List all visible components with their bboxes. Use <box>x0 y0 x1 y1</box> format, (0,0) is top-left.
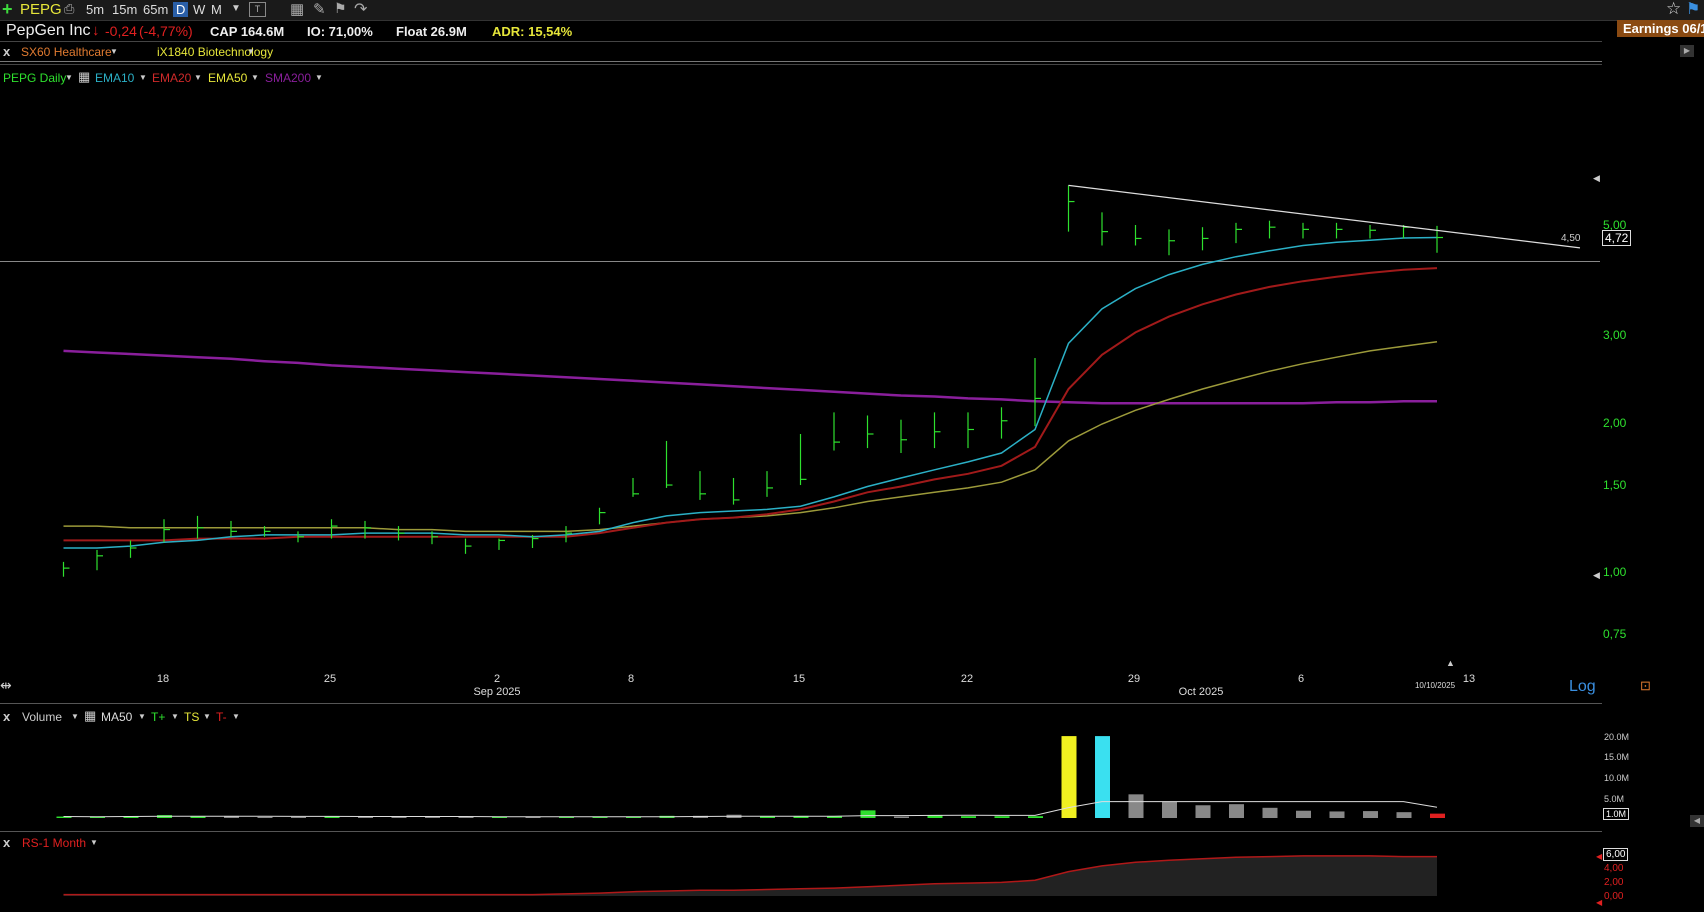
volume-bar <box>1028 816 1043 818</box>
rs-label[interactable]: RS-1 Month <box>22 836 86 850</box>
date-tick-2: 2 <box>493 673 501 685</box>
volume-last-value: 1.0M <box>1603 808 1630 820</box>
price-tick-2: 2,00 <box>1603 416 1627 430</box>
t-minus-label[interactable]: T- <box>216 710 227 724</box>
date-tick-29: 29 <box>1127 673 1141 685</box>
crosshair-icon[interactable]: ⇹ <box>0 677 12 694</box>
volume-bar <box>1195 805 1211 818</box>
chevron-down-icon[interactable]: ▼ <box>138 712 146 721</box>
t-plus-label[interactable]: T+ <box>151 710 165 724</box>
price-tick-1: 1,00 <box>1603 565 1627 579</box>
price-tick-0-75: 0,75 <box>1603 627 1627 641</box>
volume-bar <box>358 816 373 818</box>
chevron-down-icon[interactable]: ▼ <box>71 712 79 721</box>
volume-bar <box>458 816 474 818</box>
rs-tick-2: 2,00 <box>1604 877 1624 888</box>
price-chart[interactable] <box>0 0 1704 912</box>
rs-divider <box>0 831 1602 832</box>
volume-divider <box>0 703 1602 704</box>
volume-scroll-icon[interactable]: ◀ <box>1690 815 1704 827</box>
volume-bar <box>1396 812 1412 818</box>
trendline-value: 4,50 <box>1561 233 1581 244</box>
month-sep: Sep 2025 <box>473 686 521 698</box>
cursor-date: 10/10/2025 <box>1414 681 1456 690</box>
table-icon[interactable]: ▦ <box>84 708 96 724</box>
volume-bar <box>257 816 273 818</box>
volume-bar <box>1162 801 1177 818</box>
volume-close-button[interactable]: x <box>3 709 10 724</box>
price-tick-3: 3,00 <box>1603 328 1627 342</box>
volume-bar <box>1430 813 1445 818</box>
volume-bar <box>860 810 876 818</box>
volume-tick-15m: 15.0M <box>1604 752 1630 762</box>
volume-tick-5m: 5.0M <box>1604 794 1625 804</box>
ema10-line <box>63 236 1438 549</box>
date-tick-18: 18 <box>156 673 170 685</box>
rs-marker-icon: ◀ <box>1596 852 1603 861</box>
volume-bar <box>1262 807 1278 818</box>
chevron-down-icon[interactable]: ▼ <box>232 712 240 721</box>
rs-tick-0: 0,00 <box>1604 891 1624 902</box>
volume-bar <box>391 816 407 818</box>
volume-bar <box>894 816 909 818</box>
chevron-down-icon[interactable]: ▼ <box>90 838 98 847</box>
volume-bar <box>1128 794 1144 818</box>
date-tick-6: 6 <box>1297 673 1305 685</box>
volume-bar <box>1363 811 1378 818</box>
rs-last-value: 6,00 <box>1603 848 1629 861</box>
scroll-up-marker-icon[interactable]: ◀ <box>1593 173 1600 184</box>
volume-bar <box>291 816 306 818</box>
lock-icon[interactable]: ⊡ <box>1640 678 1651 694</box>
volume-bar <box>1095 736 1110 818</box>
date-tick-15: 15 <box>792 673 806 685</box>
volume-bar <box>1296 810 1311 818</box>
volume-tick-20m: 20.0M <box>1604 732 1630 742</box>
scroll-down-marker-icon[interactable]: ◀ <box>1593 570 1600 581</box>
ts-label[interactable]: TS <box>184 710 199 724</box>
volume-bar <box>961 816 976 818</box>
rs-marker-icon: ◀ <box>1596 898 1603 907</box>
volume-bar <box>1329 811 1345 818</box>
month-oct: Oct 2025 <box>1178 686 1224 698</box>
price-tick-1-5: 1,50 <box>1603 478 1627 492</box>
volume-bar <box>1229 804 1244 818</box>
sma200-line <box>63 349 1437 405</box>
chevron-down-icon[interactable]: ▼ <box>203 712 211 721</box>
volume-bar <box>994 816 1010 818</box>
chevron-down-icon[interactable]: ▼ <box>171 712 179 721</box>
date-tick-13: 13 <box>1462 673 1476 685</box>
resistance-trendline <box>1068 184 1581 249</box>
volume-tick-10m: 10.0M <box>1604 773 1630 783</box>
date-tick-8: 8 <box>627 673 635 685</box>
volume-bar <box>1061 736 1077 818</box>
log-scale-toggle[interactable]: Log <box>1569 678 1596 696</box>
date-tick-22: 22 <box>960 673 974 685</box>
cursor-marker-icon: ▲ <box>1446 658 1455 668</box>
rs-close-button[interactable]: x <box>3 835 10 850</box>
volume-ma-label[interactable]: MA50 <box>101 710 132 724</box>
volume-label[interactable]: Volume <box>22 710 62 724</box>
rs-tick-4: 4,00 <box>1604 863 1624 874</box>
date-tick-25: 25 <box>323 673 337 685</box>
last-price-label: 4,72 <box>1602 230 1632 246</box>
ema50-line <box>63 341 1438 533</box>
